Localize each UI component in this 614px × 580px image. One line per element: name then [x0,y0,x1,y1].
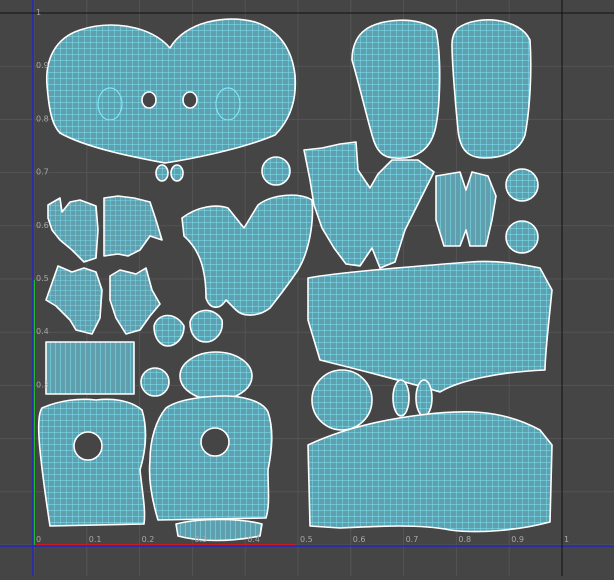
x-tick-label: 0.5 [300,535,313,544]
x-tick-label: 0.7 [406,535,419,544]
y-tick-label: 0.4 [36,327,49,336]
hand-top-right-shell[interactable] [103,195,163,257]
disc-shell[interactable] [311,369,373,431]
uv-canvas[interactable]: 0 0.1 0.2 0.3 0.4 0.5 0.6 0.7 0.8 0.9 1 1 0.9 0.8 0.7 0… [0,0,614,576]
x-tick-label: 0.3 [194,535,207,544]
x-tick-label: 0.8 [458,535,471,544]
x-tick-label: 0 [36,535,41,544]
shirt-left-shell[interactable] [37,398,147,527]
finger-strips-shell[interactable] [435,171,497,247]
y-tick-label: 0.8 [36,114,49,123]
shirt-left-hole-shape [73,431,103,461]
uv-editor-viewport[interactable]: 0 0.1 0.2 0.3 0.4 0.5 0.6 0.7 0.8 0.9 1 1 0.9 0.8 0.7 0… [0,0,614,576]
shirt-right-shell[interactable] [148,395,273,521]
x-tick-label: 0.1 [89,535,102,544]
disk-small-b-shell[interactable] [505,220,539,254]
arm-left-shell[interactable] [351,19,441,159]
eye-hole-left-shape [141,91,157,109]
x-tick-label: 0.6 [353,535,366,544]
x-tick-label: 0.4 [247,535,260,544]
nose-shell[interactable] [140,367,170,397]
pants-shell[interactable] [303,141,435,269]
cheek-left-shell[interactable] [153,314,185,347]
disk-small-a-shell[interactable] [505,168,539,202]
eye-hole-right-shape [182,91,198,109]
chip-right-shell[interactable] [415,379,433,417]
x-tick-label: 0.9 [511,535,524,544]
y-tick-label: 0.7 [36,168,49,177]
eye-small-shell[interactable] [261,156,291,186]
hand-bottom-left-shell[interactable] [45,265,103,335]
cheek-right-shell[interactable] [189,309,224,343]
chip-left-shell[interactable] [392,379,410,417]
leg-shell[interactable] [181,194,314,316]
nose-left-shell[interactable] [155,164,169,182]
shirt-right-hole-shape [200,427,230,457]
y-tick-label: 0.6 [36,221,49,230]
nose-right-shell[interactable] [170,164,184,182]
belt-strip-shell[interactable] [45,341,135,395]
y-tick-label: 0.3 [36,380,49,389]
hand-top-left-shell[interactable] [47,197,99,263]
y-tick-label: 1 [36,8,41,17]
oval-shell[interactable] [179,351,253,401]
y-tick-label: 0.9 [36,61,49,70]
head-heart-shell[interactable] [45,18,297,164]
x-tick-label: 1 [564,535,569,544]
y-tick-label: 0.5 [36,274,49,283]
hand-bottom-right-shell[interactable] [109,267,161,335]
x-tick-label: 0.2 [142,535,155,544]
arm-right-shell[interactable] [451,19,532,159]
